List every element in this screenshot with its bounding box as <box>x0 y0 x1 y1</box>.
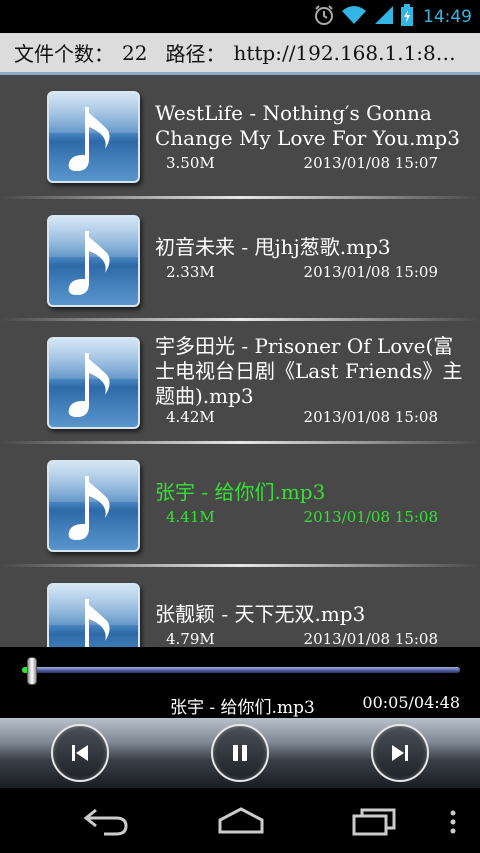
file-row[interactable]: 初音未来 - 甩jhj葱歌.mp3 2.33M 2013/01/08 15:09 <box>0 199 480 321</box>
music-note-icon <box>47 460 140 552</box>
home-button[interactable] <box>216 806 266 840</box>
wifi-icon <box>341 4 367 30</box>
music-note-icon <box>47 337 140 429</box>
seek-thumb[interactable] <box>27 657 38 685</box>
recents-icon <box>352 808 396 836</box>
player-panel: 张宇 - 给你们.mp3 00:05/04:48 <box>0 647 480 718</box>
file-row[interactable]: 宇多田光 - Prisoner Of Love(富士电视台日剧《Last Fri… <box>0 321 480 443</box>
next-button[interactable] <box>371 724 429 782</box>
previous-button[interactable] <box>51 724 109 782</box>
pause-icon <box>233 745 247 761</box>
battery-charging-icon <box>401 3 413 30</box>
overflow-menu-button[interactable] <box>448 810 458 838</box>
music-note-icon <box>47 583 140 647</box>
pause-button[interactable] <box>211 724 269 782</box>
file-title: 张宇 - 给你们.mp3 <box>155 480 326 504</box>
file-date: 2013/01/08 15:07 <box>303 154 438 172</box>
file-title: 宇多田光 - Prisoner Of Love(富士电视台日剧《Last Fri… <box>155 334 463 408</box>
navigation-bar <box>0 788 480 853</box>
file-date: 2013/01/08 15:09 <box>303 263 438 281</box>
file-title: 初音未来 - 甩jhj葱歌.mp3 <box>155 235 391 259</box>
playback-controls <box>0 718 480 788</box>
home-icon <box>218 807 264 834</box>
file-list[interactable]: WestLife - Nothing′s Gonna Change My Lov… <box>0 75 480 647</box>
file-title: WestLife - Nothing′s Gonna Change My Lov… <box>155 101 460 150</box>
alarm-icon <box>313 4 335 30</box>
back-icon <box>83 808 128 836</box>
file-date: 2013/01/08 15:08 <box>303 408 438 426</box>
file-size: 4.41M <box>166 508 215 526</box>
file-title: 张靓颖 - 天下无双.mp3 <box>155 602 366 626</box>
file-size: 2.33M <box>166 263 215 281</box>
path-value: http://192.168.1.1:8… <box>233 40 456 65</box>
file-row[interactable]: 张靓颖 - 天下无双.mp3 4.79M 2013/01/08 15:08 <box>0 567 480 647</box>
file-row[interactable]: WestLife - Nothing′s Gonna Change My Lov… <box>0 75 480 197</box>
music-note-icon <box>47 91 140 183</box>
overflow-menu-icon <box>450 810 456 834</box>
skip-previous-icon <box>72 745 88 761</box>
file-size: 4.42M <box>166 408 215 426</box>
file-date: 2013/01/08 15:08 <box>303 508 438 526</box>
file-count-label: 文件个数： <box>14 42 114 66</box>
path-label: 路径： <box>165 42 226 66</box>
file-size: 4.79M <box>166 630 215 647</box>
info-bar: 文件个数： 22 路径： http://192.168.1.1:8… <box>0 33 480 75</box>
file-date: 2013/01/08 15:08 <box>303 630 438 647</box>
status-icons: 14:49 <box>313 0 472 33</box>
music-note-icon <box>47 215 140 307</box>
seek-bar[interactable] <box>22 667 460 673</box>
recents-button[interactable] <box>350 806 398 840</box>
signal-icon <box>373 4 395 30</box>
time-readout: 00:05/04:48 <box>362 693 460 712</box>
now-playing-title: 张宇 - 给你们.mp3 <box>170 698 315 718</box>
status-time: 14:49 <box>423 6 472 27</box>
back-button[interactable] <box>82 806 130 840</box>
file-size: 3.50M <box>166 154 215 172</box>
status-bar: 14:49 <box>0 0 480 33</box>
file-row-active[interactable]: 张宇 - 给你们.mp3 4.41M 2013/01/08 15:08 <box>0 444 480 566</box>
skip-next-icon <box>392 745 408 761</box>
file-count-value: 22 <box>122 40 148 65</box>
